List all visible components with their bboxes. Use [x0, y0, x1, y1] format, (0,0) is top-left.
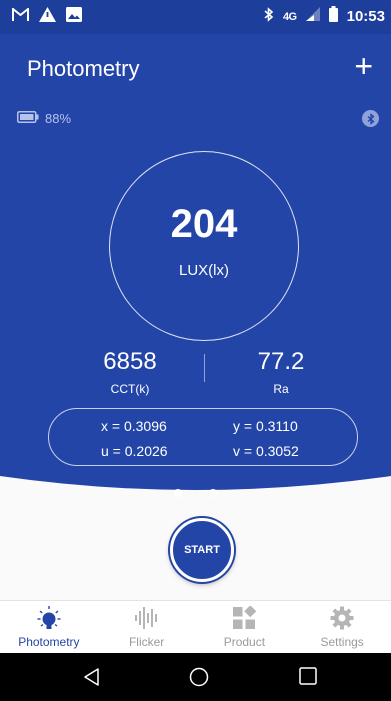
ra-value: 77.2 [257, 348, 305, 375]
add-button[interactable]: + [354, 48, 373, 84]
back-icon[interactable] [82, 667, 102, 692]
ra-metric: 77.2 Ra [221, 348, 341, 396]
tab-flicker[interactable]: Flicker [98, 601, 196, 653]
tab-label: Flicker [128, 635, 165, 649]
system-nav-bar [0, 653, 391, 701]
bottom-tab-bar: Photometry Flicker Product Settings [0, 600, 391, 653]
recents-icon[interactable] [299, 667, 317, 690]
battery-status-icon [328, 6, 338, 27]
bluetooth-icon[interactable] [362, 110, 379, 127]
y-coordinate: y = 0.3110 [233, 418, 298, 434]
metric-divider [204, 354, 205, 382]
tab-label: Settings [320, 635, 364, 649]
bluetooth-status-icon [264, 6, 274, 27]
warning-icon [39, 7, 56, 27]
page-dot-1[interactable] [174, 489, 183, 497]
v-coordinate: v = 0.3052 [233, 443, 299, 459]
u-coordinate: u = 0.2026 [101, 443, 168, 459]
chromaticity-box: x = 0.3096 y = 0.3110 u = 0.2026 v = 0.3… [48, 408, 358, 466]
page-indicator [0, 484, 391, 502]
tab-product[interactable]: Product [196, 601, 294, 653]
clock: 10:53 [346, 8, 385, 25]
lux-unit: LUX(lx) [178, 262, 229, 279]
page-title: Photometry [27, 56, 140, 81]
battery-icon [17, 111, 39, 126]
cct-value: 6858 [103, 348, 157, 375]
cct-label: CCT(k) [110, 382, 150, 396]
tab-photometry[interactable]: Photometry [0, 601, 98, 653]
app-bar: Photometry + [0, 34, 391, 102]
gmail-icon [12, 6, 29, 27]
battery-percent: 88% [45, 111, 72, 126]
x-coordinate: x = 0.3096 [101, 418, 167, 434]
tab-label: Photometry [18, 635, 80, 649]
lux-value: 204 [170, 202, 238, 246]
waveform-icon [134, 604, 160, 632]
measurement-panel: 88% 204 LUX(lx) 6858 CCT(k) 77.2 Ra x = … [0, 102, 391, 532]
cct-metric: 6858 CCT(k) [70, 348, 190, 396]
page-dot-2[interactable] [208, 489, 217, 497]
grid-icon [232, 604, 257, 632]
tab-label: Product [223, 635, 266, 649]
tab-settings[interactable]: Settings [293, 601, 391, 653]
lux-gauge: 204 LUX(lx) [109, 151, 299, 341]
start-button[interactable]: START [170, 518, 234, 582]
ra-label: Ra [273, 382, 289, 396]
signal-icon [305, 7, 320, 26]
gear-icon [330, 604, 354, 632]
network-indicator: 4G [282, 10, 297, 23]
home-icon[interactable] [189, 667, 209, 692]
bulb-icon [36, 604, 62, 632]
image-icon [66, 7, 82, 27]
status-bar: 4G 10:53 [0, 0, 391, 34]
device-battery: 88% [17, 111, 71, 126]
